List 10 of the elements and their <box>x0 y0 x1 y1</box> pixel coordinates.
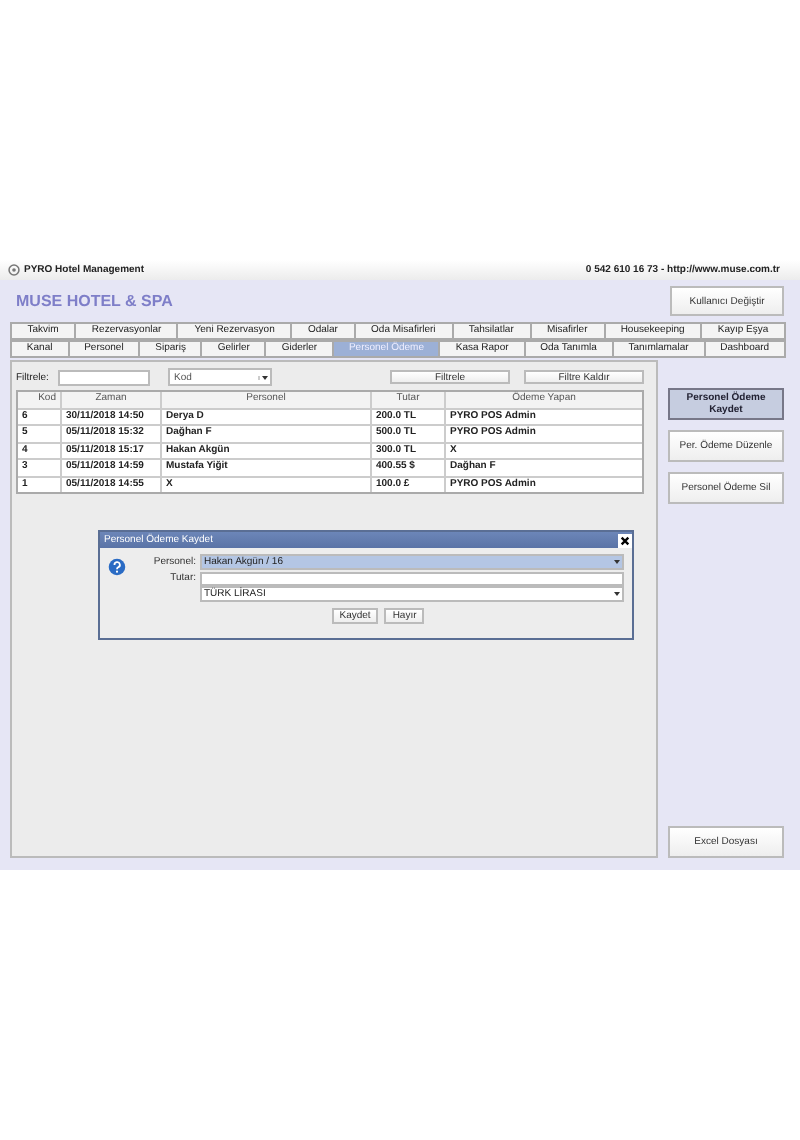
caret-icon <box>614 560 620 564</box>
hotel-name: MUSE HOTEL & SPA <box>16 292 173 310</box>
close-icon <box>620 535 630 545</box>
app-icon <box>8 264 20 276</box>
filter-field[interactable] <box>58 369 150 385</box>
caret-icon <box>262 375 268 379</box>
amount-field[interactable] <box>200 571 624 585</box>
question-icon <box>108 558 126 576</box>
caret-icon <box>614 592 620 596</box>
close-button[interactable] <box>618 533 632 547</box>
